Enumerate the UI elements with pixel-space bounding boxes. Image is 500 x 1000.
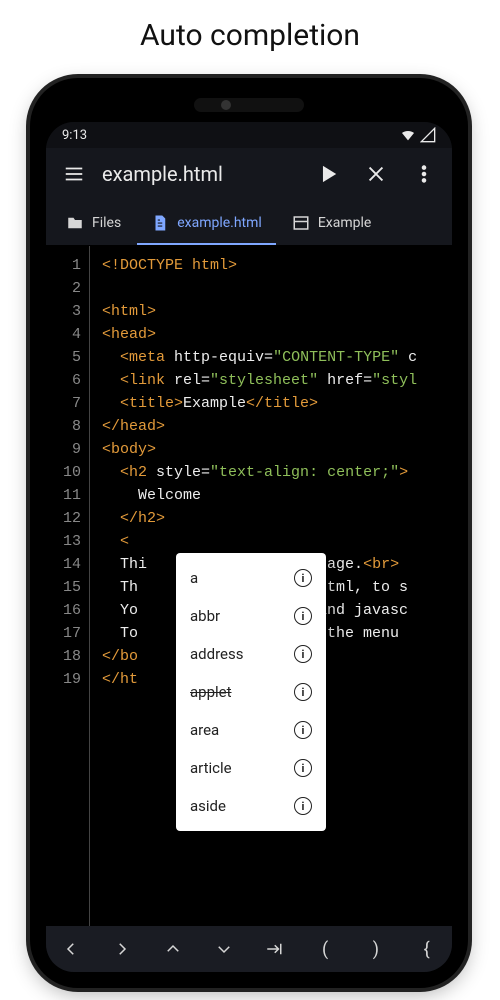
line-number: 2 (46, 277, 89, 300)
file-icon (151, 214, 169, 232)
info-icon[interactable]: i (294, 797, 312, 815)
code-line[interactable]: <!DOCTYPE html> (102, 254, 444, 277)
screen: 9:13 example.html (46, 122, 452, 972)
chevron-left-icon (62, 940, 80, 958)
code-line[interactable]: <body> (102, 438, 444, 461)
autocomplete-popup: aiabbriaddressiappletiareaiarticleiaside… (176, 553, 326, 831)
status-icons (400, 127, 436, 143)
menu-button[interactable] (54, 154, 94, 194)
key-tab[interactable] (249, 926, 300, 972)
line-number: 17 (46, 622, 89, 645)
autocomplete-item[interactable]: area i (176, 711, 326, 749)
key-rparen[interactable]: ) (351, 926, 402, 972)
close-icon (365, 163, 387, 185)
code-line[interactable]: <h2 style="text-align: center;"> (102, 461, 444, 484)
bottom-key-bar: ( ) { (46, 926, 452, 972)
line-number: 14 (46, 553, 89, 576)
line-number: 16 (46, 599, 89, 622)
tab-example-html[interactable]: example.html (137, 200, 276, 245)
key-lt[interactable] (46, 926, 97, 972)
code-line[interactable]: Welcome (102, 484, 444, 507)
autocomplete-label: applet (190, 683, 232, 701)
hamburger-icon (63, 163, 85, 185)
tab-label: example.html (177, 215, 262, 231)
line-number: 8 (46, 415, 89, 438)
tab-label: Files (92, 215, 121, 231)
line-number: 3 (46, 300, 89, 323)
autocomplete-item[interactable]: address i (176, 635, 326, 673)
autocomplete-item[interactable]: ai (176, 559, 326, 597)
info-icon[interactable]: i (294, 645, 312, 663)
line-number: 1 (46, 254, 89, 277)
chevron-down-icon (215, 940, 233, 958)
more-vert-icon (413, 163, 435, 185)
tab-icon (265, 940, 283, 958)
line-number: 9 (46, 438, 89, 461)
code-line[interactable]: <link rel="stylesheet" href="styl (102, 369, 444, 392)
info-icon[interactable]: i (294, 759, 312, 777)
code-line[interactable] (102, 277, 444, 300)
tab-files[interactable]: Files (52, 200, 135, 245)
tab-bar: Files example.html Example (46, 200, 452, 246)
status-time: 9:13 (62, 128, 87, 143)
autocomplete-label: abbr (190, 607, 220, 625)
close-button[interactable] (356, 154, 396, 194)
autocomplete-item[interactable]: applet i (176, 673, 326, 711)
code-line[interactable]: </h2> (102, 507, 444, 530)
info-icon[interactable]: i (294, 683, 312, 701)
autocomplete-item[interactable]: abbr i (176, 597, 326, 635)
code-line[interactable]: <html> (102, 300, 444, 323)
autocomplete-label: aside (190, 797, 226, 815)
key-up[interactable] (148, 926, 199, 972)
key-lparen[interactable]: ( (300, 926, 351, 972)
line-number: 10 (46, 461, 89, 484)
autocomplete-label: a (190, 569, 198, 587)
line-number: 15 (46, 576, 89, 599)
tab-preview[interactable]: Example (278, 200, 385, 245)
overflow-button[interactable] (404, 154, 444, 194)
line-number: 19 (46, 668, 89, 691)
autocomplete-item[interactable]: article i (176, 749, 326, 787)
tab-label: Example (318, 215, 371, 231)
run-button[interactable] (308, 154, 348, 194)
code-line[interactable]: <head> (102, 323, 444, 346)
chevron-right-icon (113, 940, 131, 958)
info-icon[interactable]: i (294, 721, 312, 739)
wifi-icon (400, 127, 416, 143)
chevron-up-icon (164, 940, 182, 958)
key-down[interactable] (198, 926, 249, 972)
preview-icon (292, 214, 310, 232)
code-line[interactable]: </head> (102, 415, 444, 438)
play-icon (317, 163, 339, 185)
code-line[interactable]: < (102, 530, 444, 553)
autocomplete-label: address (190, 645, 243, 663)
code-editor[interactable]: 12345678910111213141516171819 <!DOCTYPE … (46, 246, 452, 926)
signal-icon (420, 127, 436, 143)
autocomplete-label: article (190, 759, 232, 777)
line-number: 18 (46, 645, 89, 668)
app-bar: example.html (46, 148, 452, 200)
key-lbrace[interactable]: { (401, 926, 452, 972)
appbar-title: example.html (102, 162, 300, 186)
line-number: 4 (46, 323, 89, 346)
line-number: 11 (46, 484, 89, 507)
autocomplete-item[interactable]: aside i (176, 787, 326, 825)
status-bar: 9:13 (46, 122, 452, 148)
code-line[interactable]: <meta http-equiv="CONTENT-TYPE" c (102, 346, 444, 369)
key-gt[interactable] (97, 926, 148, 972)
line-gutter: 12345678910111213141516171819 (46, 246, 90, 926)
line-number: 13 (46, 530, 89, 553)
line-number: 12 (46, 507, 89, 530)
page-heading: Auto completion (0, 0, 500, 63)
info-icon[interactable]: i (294, 569, 312, 587)
info-icon[interactable]: i (294, 607, 312, 625)
line-number: 5 (46, 346, 89, 369)
autocomplete-label: area (190, 721, 219, 739)
phone-frame: 9:13 example.html (30, 78, 468, 988)
code-line[interactable]: <title>Example</title> (102, 392, 444, 415)
line-number: 7 (46, 392, 89, 415)
folder-icon (66, 214, 84, 232)
line-number: 6 (46, 369, 89, 392)
